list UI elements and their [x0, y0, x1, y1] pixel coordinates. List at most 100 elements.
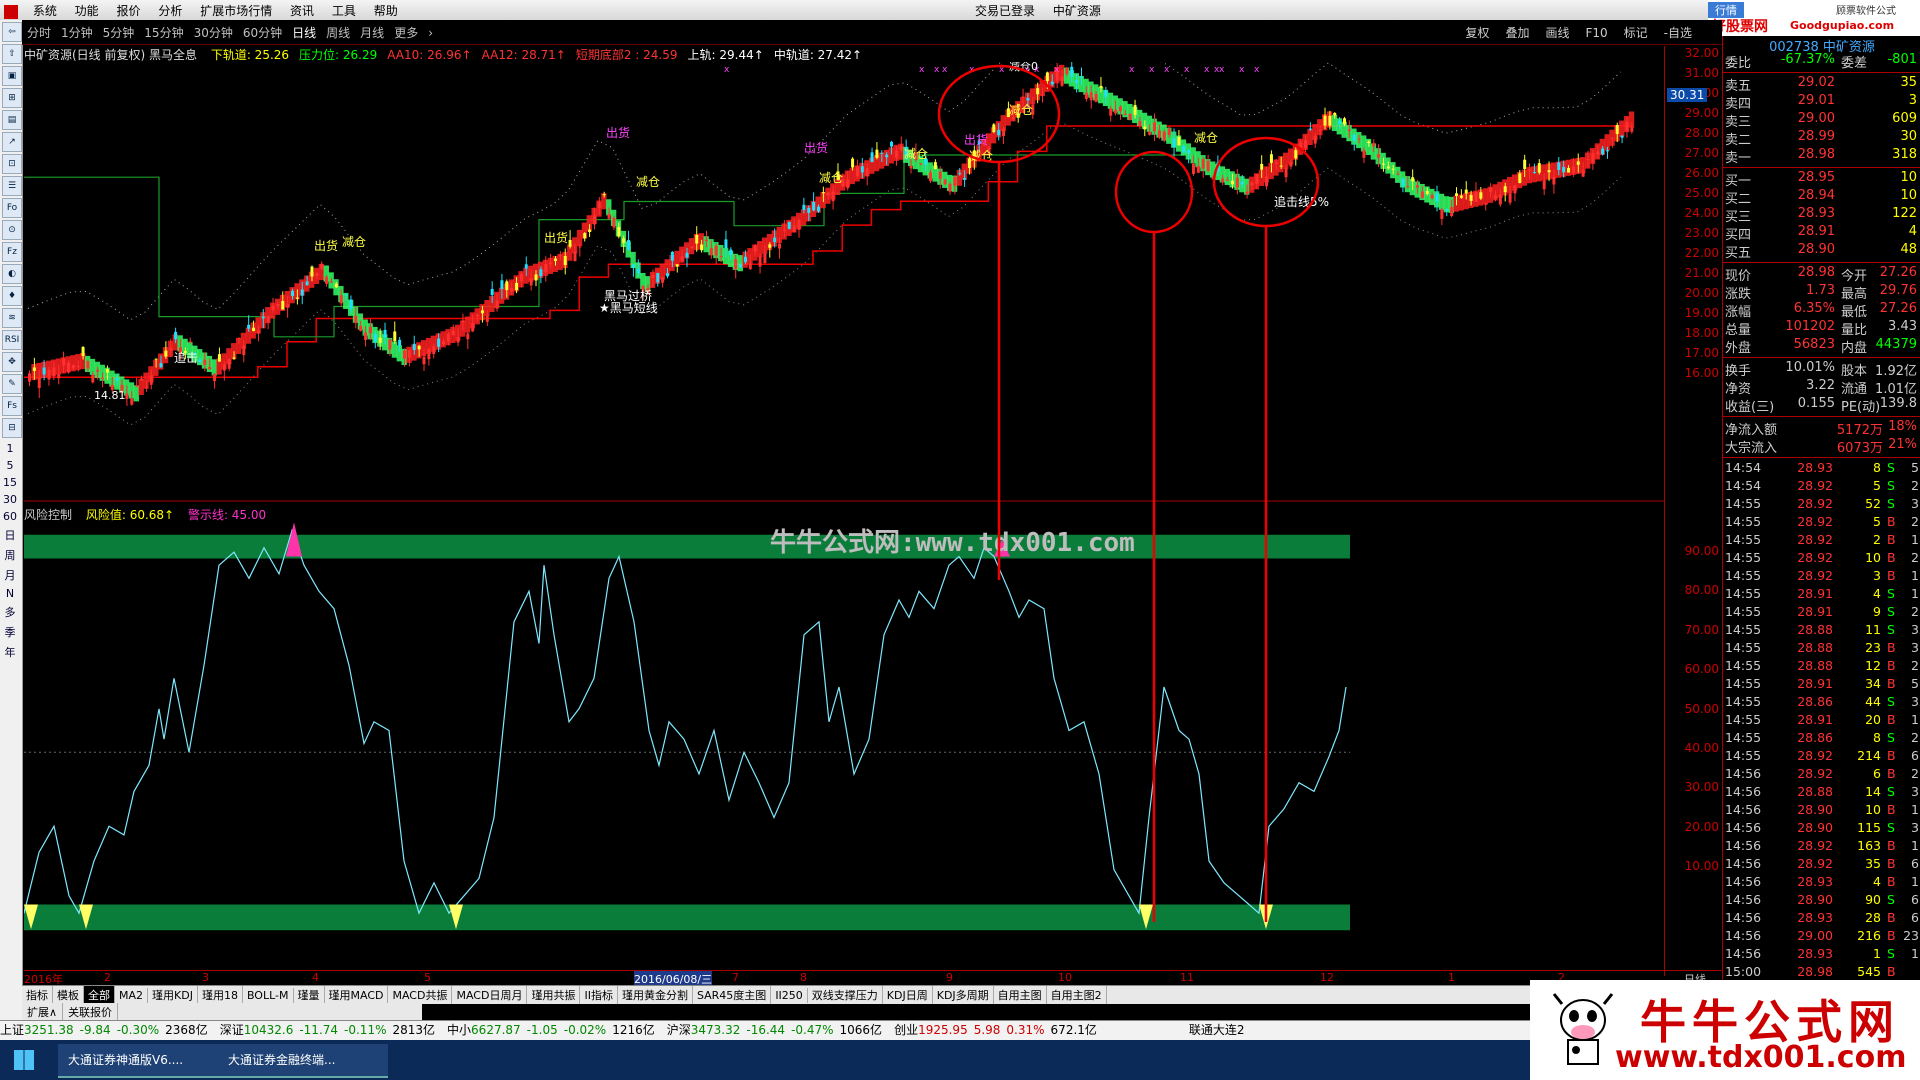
indicator-tab-19[interactable]: 自用主图 [994, 986, 1047, 1004]
indicator-tab-13[interactable]: 瑾用黄金分割 [618, 986, 693, 1004]
toolbar-period-9[interactable]: 多 [0, 604, 20, 620]
toolbar-tool-7-icon[interactable]: ☰ [2, 176, 22, 196]
toolbar-tool-8-icon[interactable]: Fo [2, 198, 22, 218]
candle-body [661, 277, 665, 283]
period-tab-0[interactable]: 分时 [27, 24, 51, 41]
menu-item-tools[interactable]: 工具 [325, 0, 363, 21]
toolbar-tool-10-icon[interactable]: Fz [2, 242, 22, 262]
indicator-tab-11[interactable]: 瑾用共振 [527, 986, 581, 1004]
toolbar-tool-6-icon[interactable]: ⊡ [2, 154, 22, 174]
index-item[interactable]: 创业1925.95 5.98 0.31% 672.1亿 [894, 1021, 1097, 1038]
toolbar-tool-5-icon[interactable]: ↗ [2, 132, 22, 152]
indicator-tab-15[interactable]: II250 [771, 988, 808, 1003]
toolbar-tool-16-icon[interactable]: ✎ [2, 374, 22, 394]
bid-row-price: 28.94 [1797, 188, 1835, 203]
indicator-tab-6[interactable]: BOLL-M [243, 988, 294, 1003]
toolbar-period-8[interactable]: N [0, 587, 20, 600]
index-value: 3251.38 [24, 1023, 74, 1037]
indicator-tab-3[interactable]: MA2 [115, 988, 149, 1003]
candle-body [247, 324, 251, 329]
toolbar-period-3[interactable]: 30 [0, 493, 20, 506]
period-tab-3[interactable]: 15分钟 [144, 24, 183, 41]
toolbar-tool-4-icon[interactable]: ▤ [2, 110, 22, 130]
indicator-tab-16[interactable]: 双线支撑压力 [808, 986, 883, 1004]
taskbar-app-1[interactable]: 大通证券神通版V6.... [58, 1044, 228, 1078]
candle-body [666, 273, 670, 277]
toolbar-period-10[interactable]: 季 [0, 624, 20, 640]
toolbar-period-5[interactable]: 日 [0, 527, 20, 543]
menu-item-function[interactable]: 功能 [68, 0, 106, 21]
chart-button-4[interactable]: 标记 [1624, 24, 1648, 41]
menu-item-quote[interactable]: 报价 [110, 0, 148, 21]
toolbar-period-7[interactable]: 月 [0, 567, 20, 583]
indicator-tab-14[interactable]: SAR45度主图 [693, 986, 772, 1004]
indicator-tab-1[interactable]: 模板 [53, 986, 84, 1004]
menu-item-news[interactable]: 资讯 [283, 0, 321, 21]
toolbar-period-11[interactable]: 年 [0, 644, 20, 660]
menu-item-help[interactable]: 帮助 [367, 0, 405, 21]
toolbar-tool-13-icon[interactable]: ≋ [2, 308, 22, 328]
indicator-tab-12[interactable]: II指标 [580, 986, 618, 1004]
chart-button-5[interactable]: -自选 [1664, 24, 1692, 41]
taskbar-app-2[interactable]: 大通证券金融终端... [218, 1044, 388, 1078]
period-tab-5[interactable]: 60分钟 [243, 24, 282, 41]
menu-item-analysis[interactable]: 分析 [151, 0, 189, 21]
period-tab-9[interactable]: 更多 [394, 24, 418, 41]
indicator-tab-9[interactable]: MACD共振 [388, 986, 453, 1004]
trend-ribbon [1307, 128, 1313, 146]
indicator-tab-20[interactable]: 自用主图2 [1047, 986, 1107, 1004]
chart-button-2[interactable]: 画线 [1545, 24, 1569, 41]
period-tab-8[interactable]: 月线 [360, 24, 384, 41]
toolbar-tool-3-icon[interactable]: ⊞ [2, 88, 22, 108]
toolbar-tool-12-icon[interactable]: ♦ [2, 286, 22, 306]
period-tab-6[interactable]: 日线 [292, 24, 316, 41]
period-tab-2[interactable]: 5分钟 [103, 24, 135, 41]
toolbar-tool-15-icon[interactable]: ✥ [2, 352, 22, 372]
toolbar-tool-14-icon[interactable]: RSI [2, 330, 22, 350]
risk-indicator-chart[interactable] [24, 520, 1664, 970]
index-item[interactable]: 沪深3473.32 -16.44 -0.47% 1066亿 [667, 1021, 882, 1038]
toolbar-tool-18-icon[interactable]: ⊟ [2, 418, 22, 438]
indicator-tab-18[interactable]: KDJ多周期 [933, 986, 994, 1004]
chart-button-0[interactable]: 复权 [1465, 24, 1489, 41]
indicator-tab-8[interactable]: 瑾用MACD [325, 986, 389, 1004]
index-strip-tail[interactable]: 联通大连2 [1189, 1023, 1245, 1037]
indicator-tab-2[interactable]: 全部 [84, 986, 115, 1004]
toolbar-tool-11-icon[interactable]: ◐ [2, 264, 22, 284]
toolbar-tool-17-icon[interactable]: Fs [2, 396, 22, 416]
toolbar-period-4[interactable]: 60 [0, 510, 20, 523]
candle-body [700, 244, 704, 251]
toolbar-period-6[interactable]: 周 [0, 547, 20, 563]
indicator-tab-10[interactable]: MACD日周月 [452, 986, 528, 1004]
toolbar-period-0[interactable]: 1 [0, 442, 20, 455]
period-tab-1[interactable]: 1分钟 [61, 24, 93, 41]
index-item[interactable]: 中小6627.87 -1.05 -0.02% 1216亿 [447, 1021, 655, 1038]
toolbar-tool-0-icon[interactable]: ⇦ [2, 22, 22, 42]
chevron-right-icon[interactable]: › [428, 26, 433, 40]
candle-body [919, 163, 923, 165]
index-item[interactable]: 上证3251.38 -9.84 -0.30% 2368亿 [0, 1021, 208, 1038]
chart-button-3[interactable]: F10 [1585, 26, 1607, 40]
ext-tab-0[interactable]: 扩展∧ [22, 1003, 64, 1021]
period-tab-7[interactable]: 周线 [326, 24, 350, 41]
indicator-tab-7[interactable]: 瑾量 [294, 986, 325, 1004]
candle-body [1372, 143, 1376, 147]
menu-item-ext-market[interactable]: 扩展市场行情 [193, 0, 279, 21]
toolbar-tool-1-icon[interactable]: ⇧ [2, 44, 22, 64]
ext-tab-1[interactable]: 关联报价 [63, 1003, 119, 1021]
indicator-axis-label: 60.00 [1684, 662, 1719, 677]
chart-button-1[interactable]: 叠加 [1505, 24, 1529, 41]
menu-item-system[interactable]: 系统 [26, 0, 64, 21]
indicator-tab-4[interactable]: 瑾用KDJ [148, 986, 198, 1004]
period-tab-4[interactable]: 30分钟 [194, 24, 233, 41]
indicator-tab-0[interactable]: 指标 [22, 986, 53, 1004]
index-item[interactable]: 深证10432.6 -11.74 -0.11% 2813亿 [220, 1021, 435, 1038]
indicator-tab-5[interactable]: 瑾用18 [198, 986, 243, 1004]
windows-start-icon[interactable] [14, 1050, 34, 1070]
toolbar-period-2[interactable]: 15 [0, 476, 20, 489]
candlestick-chart[interactable]: x x x x x x x x x x x x x x xxxx出货 减仓出货减仓出货出货减仓减仓减仓减仓黑马… [24, 62, 1664, 502]
toolbar-tool-2-icon[interactable]: ▣ [2, 66, 22, 86]
toolbar-period-1[interactable]: 5 [0, 459, 20, 472]
indicator-tab-17[interactable]: KDJ日周 [883, 986, 933, 1004]
toolbar-tool-9-icon[interactable]: ⊙ [2, 220, 22, 240]
